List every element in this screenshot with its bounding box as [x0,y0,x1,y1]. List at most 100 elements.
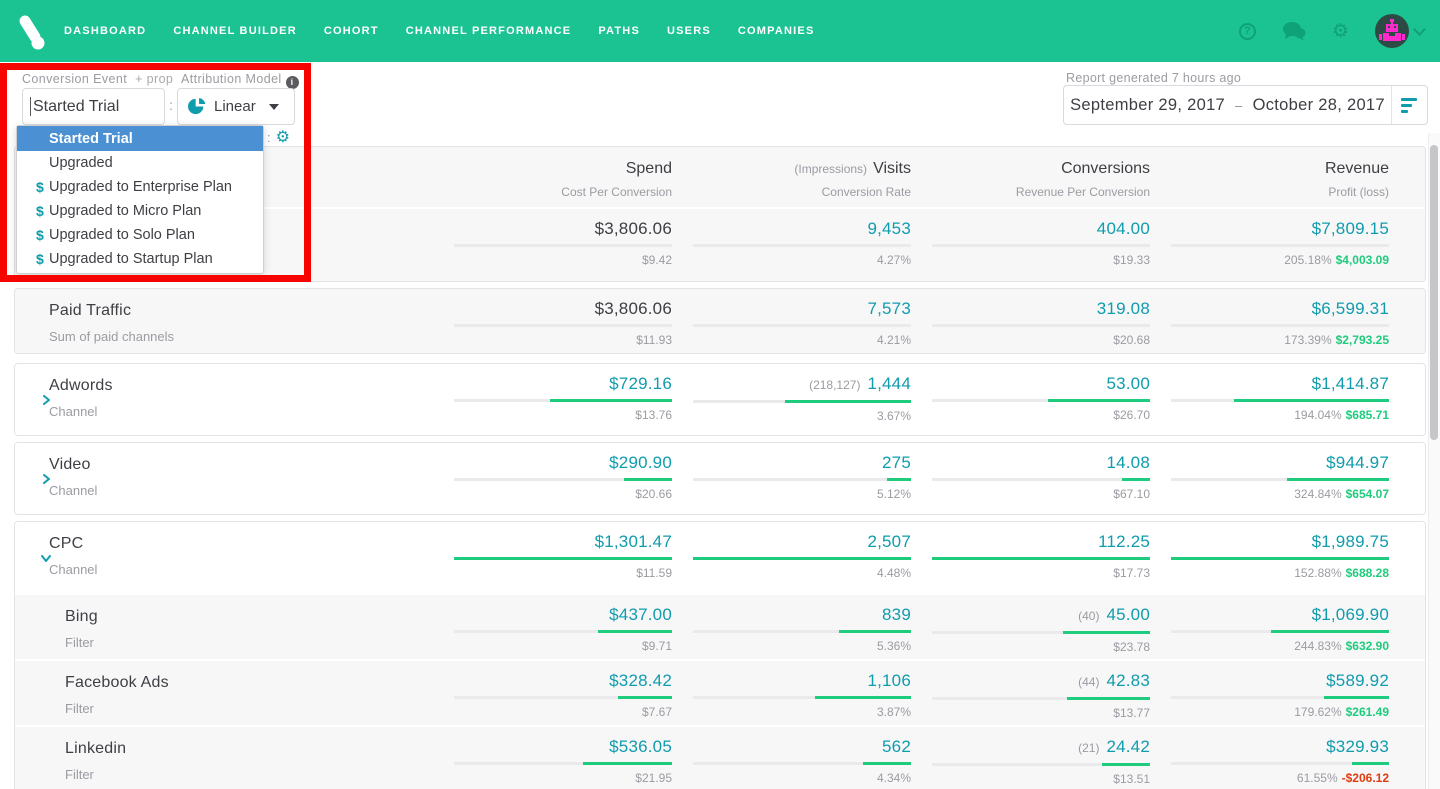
metric-value: 275 [882,453,911,472]
metric-sub: 3.87% [876,705,911,719]
metric-sub: $11.93 [636,333,672,347]
metric-value: $536.05 [609,737,672,756]
report-generated-label: Report generated 7 hours ago [1066,71,1242,85]
metric-cell-visits: 1,106 3.87% [672,661,911,725]
nav-item-channel-performance[interactable]: CHANNEL PERFORMANCE [406,25,572,37]
metric-value: 562 [882,737,911,756]
avatar-chevron-down-icon[interactable] [1413,22,1426,36]
dollar-icon: $ [36,251,44,267]
nav-item-cohort[interactable]: COHORT [324,25,379,37]
dropdown-item-started-trial[interactable]: Started Trial [17,126,263,151]
metric-prefix: (218,127) [809,378,861,392]
table-row-facebook-ads[interactable]: Facebook Ads Filter $328.42 $7.67 1,106 3.87%… [15,661,1425,725]
metric-cell-visits: 7,573 4.21% [672,289,911,353]
metric-cell-conversions: (21) 24.42 $13.51 [911,727,1150,789]
table-row-video[interactable]: Video Channel $290.90 $20.66 275 5.12% 14.08 $6… [15,443,1425,514]
row-subtitle: Channel [49,483,98,498]
column-subtitle: Cost Per Conversion [561,185,672,199]
date-range-end: October 28, 2017 [1252,95,1385,114]
dropdown-item-upgraded-to-micro-plan[interactable]: $ Upgraded to Micro Plan [17,199,263,223]
gear-icon[interactable]: ⚙ [1332,22,1349,41]
metric-bar [932,324,1150,327]
dropdown-item-upgraded-to-solo-plan[interactable]: $ Upgraded to Solo Plan [17,223,263,247]
metric-bar-fill [582,762,672,765]
nav-item-channel-builder[interactable]: CHANNEL BUILDER [173,25,297,37]
metric-bar [693,244,911,247]
attribution-model-select[interactable]: Linear [177,88,295,125]
scrollbar-track[interactable] [1428,133,1440,789]
date-range-picker[interactable]: September 29, 2017 – October 28, 2017 [1063,85,1428,125]
metric-sub: $13.77 [1113,706,1150,720]
row-name: CPC [49,535,84,552]
column-header-spend: Spend Cost Per Conversion [433,147,672,207]
metric-bar [932,399,1150,402]
column-title-prefix: (Impressions) [794,162,868,176]
row-label: CPC Channel [15,522,433,593]
metric-cell-revenue: $944.97 324.84% $654.07 [1150,443,1389,514]
app-logo-icon[interactable] [12,11,48,51]
metric-bar-fill [597,630,672,633]
nav-menu: DASHBOARD CHANNEL BUILDER COHORT CHANNEL PE… [64,25,815,37]
dropdown-item-upgraded-to-startup-plan[interactable]: $ Upgraded to Startup Plan [17,247,263,271]
table-row-paid-traffic[interactable]: Paid Traffic Sum of paid channels $3,806.0… [15,289,1425,353]
dropdown-item-upgraded[interactable]: Upgraded [17,151,263,175]
column-subtitle: Conversion Rate [821,185,911,199]
table-row-linkedin[interactable]: Linkedin Filter $536.05 $21.95 562 4.34% (21) 2… [15,727,1425,789]
metric-cell-conversions: (44) 42.83 $13.77 [911,661,1150,725]
nav-item-dashboard[interactable]: DASHBOARD [64,25,146,37]
conversion-event-label: Conversion Event + prop [22,72,174,86]
chevron-right-icon[interactable] [41,394,51,405]
table-row-adwords[interactable]: Adwords Channel $729.16 $13.76 (218,127) 1,44… [15,364,1425,435]
metric-bar [1171,630,1389,633]
metric-value: (40) 45.00 [1078,605,1150,624]
column-header-visits: (Impressions) Visits Conversion Rate [672,147,911,207]
metric-bar-fill [624,478,672,481]
metric-bar [1171,478,1389,481]
table-row-bing[interactable]: Bing Filter $437.00 $9.71 839 5.36% (40) 45.00 $… [15,595,1425,659]
nav-item-paths[interactable]: PATHS [598,25,640,37]
attribution-model-label: Attribution Model i [181,72,299,89]
add-prop-button[interactable]: + prop [135,72,173,86]
metric-bar [932,697,1150,700]
metric-value: (21) 24.42 [1078,737,1150,756]
table-row-cpc[interactable]: CPC Channel $1,301.47 $11.59 2,507 4.48% 112.2… [15,522,1425,593]
nav-item-companies[interactable]: COMPANIES [738,25,815,37]
nav-right-icons: ? ⚙ [1238,0,1426,62]
help-icon[interactable]: ? [1238,22,1256,40]
metric-cell-spend: $536.05 $21.95 [433,727,672,789]
metric-bar-fill [1286,478,1389,481]
metric-bar [454,478,672,481]
profit-percent: 244.83% [1294,639,1342,653]
chevron-right-icon[interactable] [41,473,51,484]
chevron-down-icon[interactable] [41,553,51,563]
metric-bar-fill [693,557,911,560]
row-label: Facebook Ads Filter [15,661,433,725]
avatar[interactable] [1375,14,1409,48]
metric-sub: 194.04% $685.71 [1150,408,1389,422]
chat-icon[interactable] [1282,21,1306,41]
nav-item-users[interactable]: USERS [667,25,711,37]
settings-gear-icon[interactable]: ⚙ [276,129,290,146]
metric-sub: 179.62% $261.49 [1150,705,1389,719]
conversion-event-input[interactable]: Started Trial [22,88,165,125]
metric-bar [693,762,911,765]
row-subtitle: Filter [65,767,94,782]
date-range-dash: – [1235,97,1243,113]
metric-value: $1,989.75 [1311,532,1389,551]
dropdown-item-label: Upgraded [49,155,113,171]
metric-bar-fill [815,696,911,699]
metric-bar [693,400,911,403]
metric-bar [454,762,672,765]
metric-value: 53.00 [1106,374,1150,393]
scrollbar-thumb[interactable] [1430,145,1438,440]
column-title: Spend [625,160,672,177]
metric-sub: $19.33 [1113,253,1150,267]
row-label: Bing Filter [15,595,433,659]
date-filter-icon[interactable] [1391,86,1427,124]
metric-bar [1171,399,1389,402]
metric-bar [1171,324,1389,327]
profit-percent: 173.39% [1284,333,1332,347]
dropdown-item-upgraded-to-enterprise-plan[interactable]: $ Upgraded to Enterprise Plan [17,175,263,199]
metric-cell-spend: $1,301.47 $11.59 [433,522,672,593]
metric-sub: $7.67 [641,705,672,719]
